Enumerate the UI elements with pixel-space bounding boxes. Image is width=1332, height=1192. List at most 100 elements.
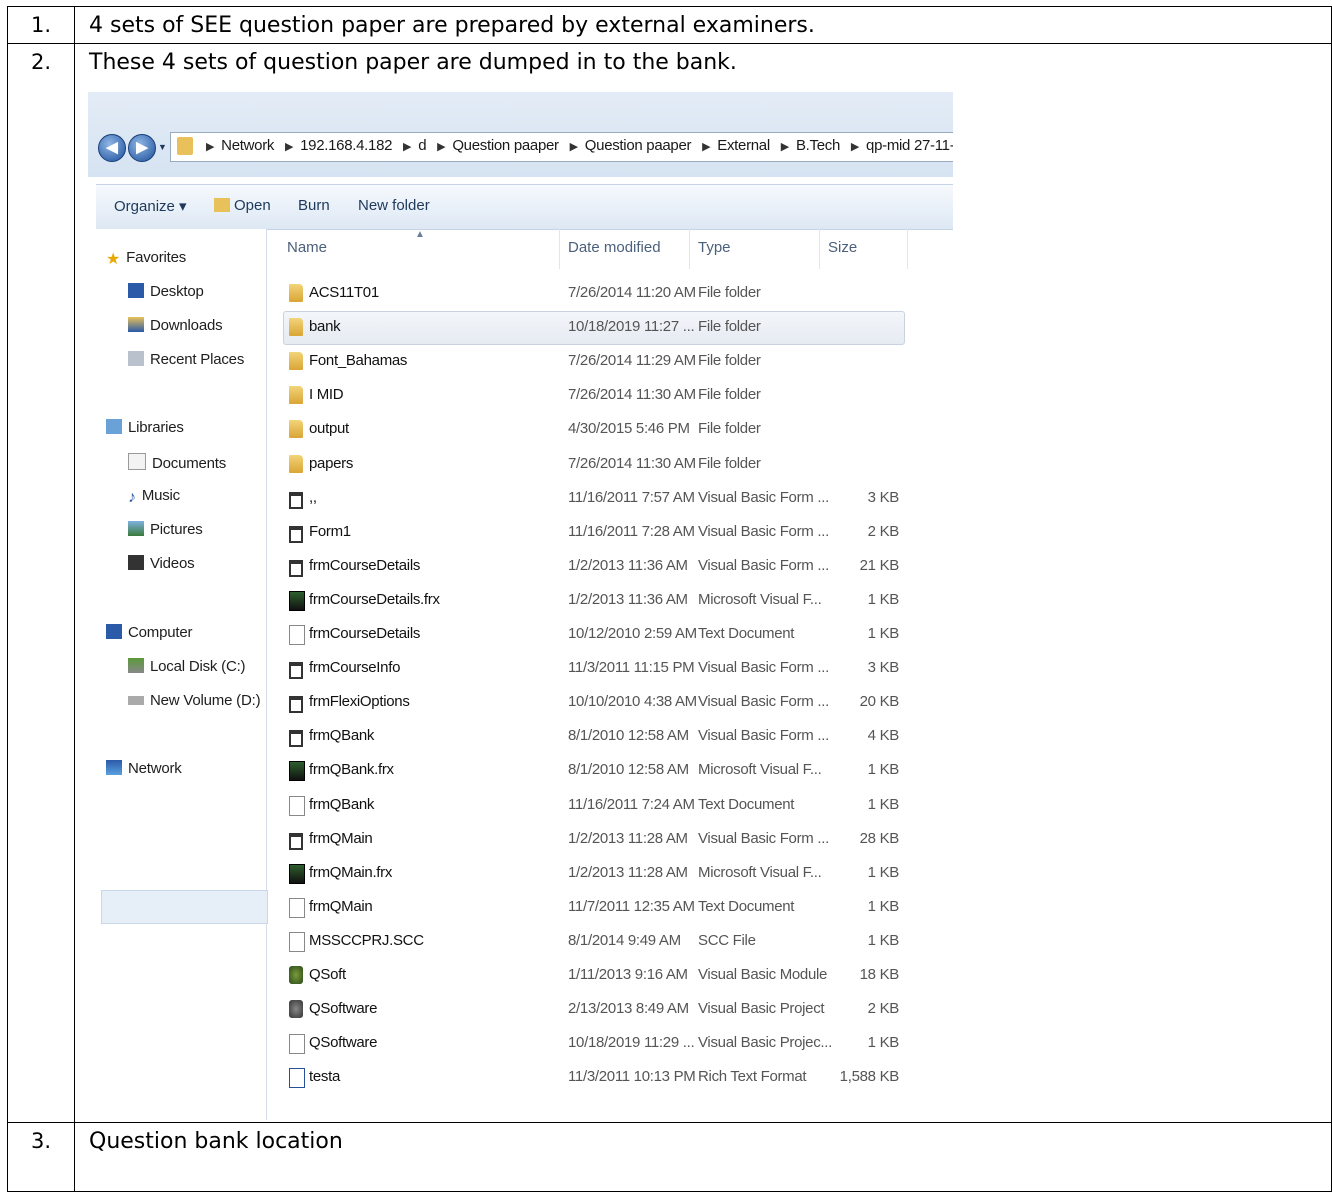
- file-date: 8/1/2014 9:49 AM: [568, 931, 681, 949]
- vb-form-icon: [289, 696, 303, 714]
- file-date: 1/2/2013 11:28 AM: [568, 829, 688, 847]
- file-date: 11/7/2011 12:35 AM: [568, 897, 695, 915]
- file-row[interactable]: ,, 11/16/2011 7:57 AM Visual Basic Form ..…: [267, 482, 953, 516]
- file-row[interactable]: I MID 7/26/2014 11:30 AM File folder: [267, 379, 953, 413]
- nav-pictures[interactable]: Pictures: [128, 521, 203, 538]
- burn-button[interactable]: Burn: [298, 197, 330, 214]
- breadcrumb-item[interactable]: Question paaper: [585, 137, 692, 154]
- nav-documents[interactable]: Documents: [128, 453, 226, 472]
- breadcrumb-item[interactable]: qp-mid 27-11-11 for II SET M: [866, 137, 953, 154]
- file-size: 21 KB: [859, 556, 900, 574]
- column-header-size[interactable]: Size: [828, 239, 857, 256]
- nav-downloads[interactable]: Downloads: [128, 317, 223, 334]
- recent-places-icon: [128, 351, 144, 366]
- nav-computer[interactable]: Computer: [106, 624, 192, 641]
- folder-icon: [289, 420, 303, 439]
- file-row[interactable]: frmQBank 8/1/2010 12:58 AM Visual Basic Fo…: [267, 720, 953, 754]
- column-header-name[interactable]: Name: [287, 239, 327, 256]
- nav-recent-places[interactable]: Recent Places: [128, 351, 244, 368]
- new-folder-button[interactable]: New folder: [358, 197, 430, 214]
- file-row[interactable]: frmQBank.frx 8/1/2010 12:58 AM Microsoft V…: [267, 754, 953, 788]
- file-type: Visual Basic Form ...: [698, 727, 829, 745]
- file-size: 18 KB: [859, 966, 900, 983]
- desktop-icon: [128, 283, 144, 298]
- blank-file-icon: [289, 931, 305, 952]
- vb-form-icon: [289, 559, 303, 577]
- breadcrumb-item[interactable]: B.Tech: [796, 137, 840, 154]
- breadcrumb-item[interactable]: Question paaper: [452, 137, 559, 154]
- file-row[interactable]: papers 7/26/2014 11:30 AM File folder: [267, 448, 953, 482]
- breadcrumb-item[interactable]: Network: [221, 137, 274, 154]
- folder-icon: [289, 284, 303, 302]
- file-size: 1 KB: [867, 590, 900, 608]
- file-row[interactable]: QSoftware 10/18/2019 11:29 ... Visual Basi…: [267, 1027, 953, 1061]
- file-type: Microsoft Visual F...: [698, 590, 822, 608]
- file-row[interactable]: frmQMain.frx 1/2/2013 11:28 AM Microsoft V…: [267, 857, 953, 891]
- file-row[interactable]: Font_Bahamas 7/26/2014 11:29 AM File folde…: [267, 345, 953, 379]
- file-row[interactable]: testa 11/3/2011 10:13 PM Rich Text Format 1…: [267, 1061, 953, 1095]
- file-size: 28 KB: [859, 829, 900, 847]
- file-row[interactable]: MSSCCPRJ.SCC 8/1/2014 9:49 AM SCC File 1 KB: [267, 925, 953, 959]
- nav-desktop[interactable]: Desktop: [128, 283, 204, 300]
- file-type: Visual Basic Form ...: [698, 556, 829, 574]
- file-name: Form1: [309, 522, 351, 540]
- file-row[interactable]: QSoftware 2/13/2013 8:49 AM Visual Basic P…: [267, 993, 953, 1027]
- file-row[interactable]: output 4/30/2015 5:46 PM File folder: [267, 413, 953, 447]
- file-row[interactable]: Form1 11/16/2011 7:28 AM Visual Basic Form…: [267, 516, 953, 550]
- file-type: File folder: [698, 454, 761, 472]
- nav-videos[interactable]: Videos: [128, 555, 195, 572]
- file-row[interactable]: QSoft 1/11/2013 9:16 AM Visual Basic Modul…: [267, 959, 953, 993]
- file-row[interactable]: frmCourseDetails 1/2/2013 11:36 AM Visual …: [267, 550, 953, 584]
- nav-new-volume[interactable]: New Volume (D:): [128, 692, 261, 709]
- file-row[interactable]: bank 10/18/2019 11:27 ... File folder: [267, 311, 953, 345]
- file-row[interactable]: frmQMain 11/7/2011 12:35 AM Text Document 1…: [267, 891, 953, 925]
- file-row[interactable]: frmQBank 11/16/2011 7:24 AM Text Document 1…: [267, 789, 953, 823]
- column-divider: [689, 229, 690, 269]
- file-type: Visual Basic Form ...: [698, 659, 829, 677]
- file-row[interactable]: frmQMain 1/2/2013 11:28 AM Visual Basic Fo…: [267, 823, 953, 857]
- file-row[interactable]: frmCourseDetails 10/12/2010 2:59 AM Text D…: [267, 618, 953, 652]
- column-divider: [559, 229, 560, 269]
- row-number: 3.: [7, 1121, 75, 1192]
- column-header-type[interactable]: Type: [698, 239, 731, 256]
- forward-arrow-icon[interactable]: ▶: [128, 134, 156, 162]
- file-row[interactable]: ACS11T01 7/26/2014 11:20 AM File folder: [267, 277, 953, 311]
- file-size: 1 KB: [867, 1034, 900, 1052]
- organize-button[interactable]: Organize ▾: [114, 197, 187, 215]
- nav-local-disk[interactable]: Local Disk (C:): [128, 658, 246, 675]
- nav-network[interactable]: Network: [106, 760, 182, 777]
- sort-ascending-icon: ▲: [415, 229, 425, 240]
- breadcrumb-item[interactable]: d: [418, 137, 426, 154]
- breadcrumb-item[interactable]: 192.168.4.182: [300, 137, 392, 154]
- file-type: Visual Basic Projec...: [698, 1034, 833, 1052]
- nav-music[interactable]: ♪ Music: [128, 487, 180, 506]
- file-size: 1 KB: [867, 897, 900, 915]
- back-arrow-icon[interactable]: ◀: [98, 134, 126, 162]
- open-folder-icon: [214, 198, 230, 212]
- history-dropdown-icon[interactable]: ▼: [158, 142, 167, 152]
- nav-libraries[interactable]: Libraries: [106, 419, 184, 436]
- file-size: 4 KB: [867, 727, 900, 745]
- star-icon: ★: [106, 251, 121, 268]
- file-row[interactable]: frmCourseDetails.frx 1/2/2013 11:36 AM Mic…: [267, 584, 953, 618]
- nav-selection: [101, 890, 268, 924]
- file-name: frmQMain: [309, 897, 373, 915]
- breadcrumb-item[interactable]: External: [717, 137, 770, 154]
- column-header-date[interactable]: Date modified: [568, 239, 661, 256]
- column-divider: [907, 229, 908, 269]
- open-button[interactable]: Open: [214, 197, 271, 214]
- file-type: Visual Basic Form ...: [698, 522, 829, 540]
- file-type: Visual Basic Form ...: [698, 693, 829, 711]
- file-type: Visual Basic Project: [698, 1000, 825, 1018]
- file-row[interactable]: frmCourseInfo 11/3/2011 11:15 PM Visual Ba…: [267, 652, 953, 686]
- file-name: frmFlexiOptions: [309, 693, 410, 711]
- file-row[interactable]: frmFlexiOptions 10/10/2010 4:38 AM Visual …: [267, 686, 953, 720]
- frx-file-icon: [289, 761, 305, 782]
- libraries-icon: [106, 419, 122, 434]
- row-text: 4 sets of SEE question paper are prepare…: [74, 5, 1332, 45]
- file-size: 1 KB: [867, 863, 900, 881]
- file-name: frmCourseDetails: [309, 556, 421, 574]
- address-bar[interactable]: ▶ Network ▶ 192.168.4.182 ▶ d ▶ Question paa…: [170, 132, 953, 162]
- nav-favorites[interactable]: ★ Favorites: [106, 249, 186, 268]
- file-date: 10/18/2019 11:29 ...: [568, 1034, 695, 1052]
